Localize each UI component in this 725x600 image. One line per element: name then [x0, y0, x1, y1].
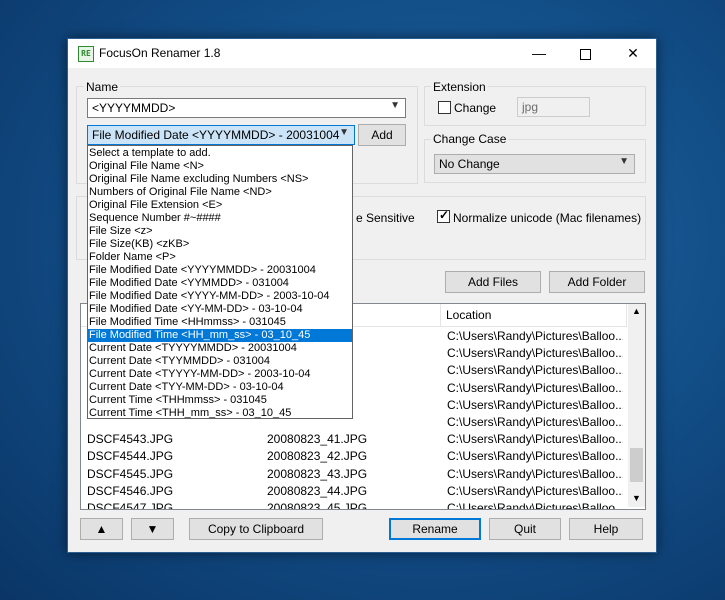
file-name-cell: DSCF4547.JPG: [87, 501, 174, 510]
change-case-value: No Change: [439, 157, 500, 171]
file-name-cell: DSCF4546.JPG: [87, 483, 174, 498]
table-row[interactable]: DSCF4546.JPG 20080823_44.JPG C:\Users\Rand…: [81, 483, 627, 500]
dropdown-item[interactable]: File Size <z>: [88, 225, 352, 238]
name-pattern-value: <YYYYMMDD>: [92, 101, 176, 115]
add-folder-button[interactable]: Add Folder: [549, 271, 645, 293]
dropdown-item[interactable]: Current Date <TYY-MM-DD> - 03-10-04: [88, 381, 352, 394]
normalize-unicode-checkbox[interactable]: [437, 208, 450, 223]
dropdown-item[interactable]: Original File Extension <E>: [88, 199, 352, 212]
help-button[interactable]: Help: [569, 518, 643, 540]
location-cell: C:\Users\Randy\Pictures\Balloo...: [447, 346, 623, 361]
location-cell: C:\Users\Randy\Pictures\Balloo...: [447, 466, 623, 481]
dropdown-item[interactable]: Folder Name <P>: [88, 251, 352, 264]
file-name-cell: DSCF4543.JPG: [87, 432, 174, 447]
location-cell: C:\Users\Randy\Pictures\Balloo...: [447, 363, 623, 378]
scroll-down-icon[interactable]: ▼: [632, 493, 641, 503]
dropdown-item[interactable]: File Modified Date <YYMMDD> - 031004: [88, 277, 352, 290]
chevron-down-icon: ▼: [390, 100, 400, 111]
location-cell: C:\Users\Randy\Pictures\Balloo...: [447, 329, 623, 343]
column-header-location[interactable]: Location: [441, 304, 627, 326]
location-cell: C:\Users\Randy\Pictures\Balloo...: [447, 397, 623, 412]
new-name-cell: 20080823_44.JPG: [267, 483, 368, 498]
change-extension-checkbox[interactable]: [438, 101, 451, 114]
dropdown-item[interactable]: Select a template to add.: [88, 147, 352, 160]
maximize-icon: [579, 48, 591, 60]
dropdown-item[interactable]: Original File Name excluding Numbers <NS…: [88, 173, 352, 186]
dropdown-item[interactable]: Current Date <TYYYY-MM-DD> - 2003-10-04: [88, 368, 352, 381]
file-list-scrollbar[interactable]: ▲ ▼: [628, 304, 645, 507]
name-group-label: Name: [84, 80, 121, 94]
change-extension-label: Change: [454, 101, 497, 115]
table-row[interactable]: DSCF4545.JPG 20080823_43.JPG C:\Users\Rand…: [81, 466, 627, 483]
scrollbar-thumb[interactable]: [630, 448, 643, 482]
chevron-down-icon: ▼: [339, 127, 349, 138]
chevron-down-icon: ▼: [619, 156, 629, 167]
location-cell: C:\Users\Randy\Pictures\Balloo...: [447, 432, 623, 447]
extension-group-label: Extension: [431, 80, 488, 94]
normalize-unicode-label: Normalize unicode (Mac filenames): [453, 211, 642, 225]
close-button[interactable]: ✕: [610, 39, 656, 68]
scroll-up-icon[interactable]: ▲: [632, 306, 641, 316]
name-pattern-combo[interactable]: <YYYYMMDD> ▼: [87, 98, 406, 118]
location-cell: C:\Users\Randy\Pictures\Balloo...: [447, 449, 623, 464]
move-down-button[interactable]: ▼: [131, 518, 174, 540]
move-up-button[interactable]: ▲: [80, 518, 123, 540]
location-cell: C:\Users\Randy\Pictures\Balloo...: [447, 380, 623, 395]
dropdown-item[interactable]: Current Time <THH_mm_ss> - 03_10_45: [88, 407, 352, 418]
maximize-button[interactable]: [562, 39, 608, 68]
case-sensitive-label: e Sensitive: [356, 211, 415, 225]
extension-input[interactable]: jpg: [517, 97, 590, 117]
file-name-cell: DSCF4544.JPG: [87, 449, 174, 464]
dropdown-item[interactable]: File Modified Date <YYYY-MM-DD> - 2003-1…: [88, 290, 352, 303]
dropdown-item[interactable]: File Size(KB) <zKB>: [88, 238, 352, 251]
change-case-group-label: Change Case: [431, 132, 509, 146]
new-name-cell: 20080823_45.JPG: [267, 501, 368, 510]
app-icon: RE: [78, 46, 94, 62]
table-row[interactable]: DSCF4543.JPG 20080823_41.JPG C:\Users\Rand…: [81, 431, 627, 448]
table-row[interactable]: DSCF4547.JPG 20080823_45.JPG C:\Users\Rand…: [81, 500, 627, 510]
add-template-button[interactable]: Add: [358, 124, 406, 146]
dropdown-item[interactable]: File Modified Date <YY-MM-DD> - 03-10-04: [88, 303, 352, 316]
template-combo[interactable]: File Modified Date <YYYYMMDD> - 20031004…: [87, 125, 355, 145]
location-cell: C:\Users\Randy\Pictures\Balloo...: [447, 483, 623, 498]
template-combo-value: File Modified Date <YYYYMMDD> - 20031004: [92, 128, 340, 142]
new-name-cell: 20080823_43.JPG: [267, 466, 368, 481]
dropdown-item[interactable]: Current Date <TYYYYMMDD> - 20031004: [88, 342, 352, 355]
dropdown-item[interactable]: Original File Name <N>: [88, 160, 352, 173]
copy-to-clipboard-button[interactable]: Copy to Clipboard: [189, 518, 323, 540]
template-dropdown-list[interactable]: Select a template to add. Original File N…: [87, 145, 353, 419]
dropdown-item[interactable]: File Modified Time <HHmmss> - 031045: [88, 316, 352, 329]
window-title: FocusOn Renamer 1.8: [99, 46, 221, 60]
quit-button[interactable]: Quit: [489, 518, 561, 540]
dropdown-item[interactable]: Numbers of Original File Name <ND>: [88, 186, 352, 199]
new-name-cell: 20080823_42.JPG: [267, 449, 368, 464]
dropdown-item[interactable]: File Modified Time <HH_mm_ss> - 03_10_45: [88, 329, 352, 342]
dropdown-item[interactable]: File Modified Date <YYYYMMDD> - 20031004: [88, 264, 352, 277]
add-files-button[interactable]: Add Files: [445, 271, 541, 293]
table-row[interactable]: DSCF4544.JPG 20080823_42.JPG C:\Users\Rand…: [81, 448, 627, 465]
dropdown-item[interactable]: Sequence Number #~####: [88, 212, 352, 225]
dropdown-item[interactable]: Current Time <THHmmss> - 031045: [88, 394, 352, 407]
location-cell: C:\Users\Randy\Pictures\Balloo...: [447, 501, 623, 510]
file-name-cell: DSCF4545.JPG: [87, 466, 174, 481]
new-name-cell: 20080823_41.JPG: [267, 432, 368, 447]
title-bar[interactable]: RE FocusOn Renamer 1.8 — ✕: [68, 39, 656, 68]
rename-button[interactable]: Rename: [389, 518, 481, 540]
dropdown-item[interactable]: Current Date <TYYMMDD> - 031004: [88, 355, 352, 368]
change-case-combo[interactable]: No Change ▼: [434, 154, 635, 174]
location-cell: C:\Users\Randy\Pictures\Balloo...: [447, 415, 623, 429]
minimize-button[interactable]: —: [516, 39, 562, 68]
